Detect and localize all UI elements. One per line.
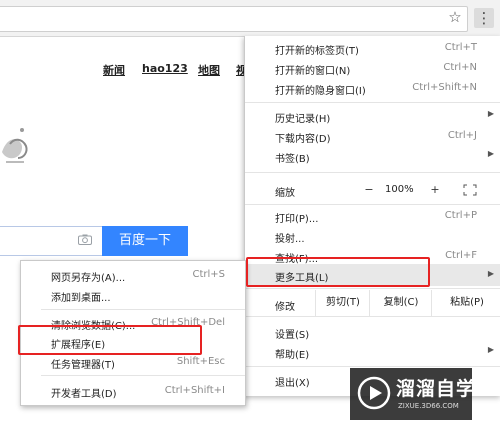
zoom-out-button[interactable]: −: [361, 183, 377, 196]
submenu-item-label: 添加到桌面...: [51, 293, 111, 304]
zoom-row: 缩放 − 100% +: [245, 176, 500, 204]
submenu-divider: [41, 309, 245, 310]
menu-item-shortcut: Ctrl+F: [445, 250, 477, 261]
menu-item-new-window[interactable]: 打开新的窗口(N) Ctrl+N: [245, 58, 500, 78]
search-button[interactable]: 百度一下: [102, 226, 188, 256]
menu-item-label: 帮助(E): [275, 350, 310, 361]
menu-item-label: 打开新的隐身窗口(I): [275, 86, 366, 97]
play-circle-icon: [357, 376, 391, 410]
menu-item-label: 投射...: [275, 234, 305, 245]
menu-item-print[interactable]: 打印(P)... Ctrl+P: [245, 206, 500, 226]
chrome-main-menu: 打开新的标签页(T) Ctrl+T 打开新的窗口(N) Ctrl+N 打开新的隐…: [244, 36, 500, 396]
fullscreen-icon[interactable]: [463, 184, 477, 196]
zoom-label: 缩放: [275, 188, 295, 199]
nav-link-news[interactable]: 新闻: [103, 62, 125, 78]
menu-item-label: 书签(B): [275, 154, 310, 165]
edit-row: 修改 剪切(T) 复制(C) 粘贴(P): [245, 290, 500, 316]
menu-divider: [245, 102, 500, 103]
bookmark-star-icon[interactable]: ☆: [446, 8, 464, 26]
address-bar[interactable]: [0, 6, 468, 32]
menu-divider: [245, 172, 500, 173]
menu-item-shortcut: Ctrl+P: [444, 210, 477, 221]
menu-item-label: 设置(S): [275, 330, 310, 341]
menu-item-shortcut: Ctrl+T: [444, 42, 477, 53]
highlight-box-extensions: [18, 325, 202, 355]
menu-item-downloads[interactable]: 下载内容(D) Ctrl+J: [245, 126, 500, 146]
watermark-title: 溜溜自学: [396, 378, 477, 400]
menu-item-label: 打开新的窗口(N): [275, 66, 351, 77]
zoom-value: 100%: [385, 184, 414, 195]
browser-toolbar: ☆ ⋮: [0, 0, 500, 37]
menu-item-label: 历史记录(H): [275, 114, 331, 125]
submenu-divider: [41, 375, 245, 376]
zoom-in-button[interactable]: +: [427, 183, 443, 196]
submenu-item-label: 开发者工具(D): [51, 389, 117, 400]
submenu-item-label: 任务管理器(T): [51, 360, 115, 371]
doodle-artwork: [2, 128, 28, 163]
camera-icon[interactable]: [78, 234, 92, 245]
nav-link-map[interactable]: 地图: [198, 62, 220, 78]
menu-item-new-incognito-window[interactable]: 打开新的隐身窗口(I) Ctrl+Shift+N: [245, 78, 500, 98]
menu-item-shortcut: Ctrl+N: [443, 62, 477, 73]
copy-button[interactable]: 复制(C): [369, 290, 432, 316]
submenu-item-save-page-as[interactable]: 网页另存为(A)... Ctrl+S: [21, 265, 245, 285]
menu-item-shortcut: Ctrl+Shift+N: [412, 82, 477, 93]
menu-item-settings[interactable]: 设置(S): [245, 322, 500, 342]
menu-divider: [245, 288, 500, 289]
watermark-logo: 溜溜自学 ZIXUE.3D66.COM: [350, 368, 475, 420]
highlight-box-more-tools: [246, 257, 430, 287]
menu-item-label: 下载内容(D): [275, 134, 331, 145]
menu-item-cast[interactable]: 投射...: [245, 226, 500, 246]
menu-item-history[interactable]: 历史记录(H) ▶: [245, 106, 500, 126]
submenu-item-shortcut: Shift+Esc: [176, 356, 225, 367]
cut-button[interactable]: 剪切(T): [315, 290, 370, 316]
menu-item-shortcut: Ctrl+J: [447, 130, 477, 141]
menu-item-bookmarks[interactable]: 书签(B) ▶: [245, 146, 500, 166]
submenu-arrow-icon: ▶: [487, 149, 494, 158]
nav-link-hao123[interactable]: hao123: [142, 62, 188, 75]
menu-item-label: 退出(X): [275, 378, 310, 389]
submenu-item-task-manager[interactable]: 任务管理器(T) Shift+Esc: [21, 352, 245, 372]
submenu-item-shortcut: Ctrl+S: [192, 269, 225, 280]
submenu-item-shortcut: Ctrl+Shift+I: [164, 385, 225, 396]
submenu-item-add-to-desktop[interactable]: 添加到桌面...: [21, 285, 245, 305]
submenu-arrow-icon: ▶: [487, 269, 494, 278]
submenu-item-developer-tools[interactable]: 开发者工具(D) Ctrl+Shift+I: [21, 381, 245, 401]
menu-item-label: 打开新的标签页(T): [275, 46, 359, 57]
chrome-menu-icon[interactable]: ⋮: [474, 8, 494, 28]
submenu-arrow-icon: ▶: [487, 345, 494, 354]
submenu-arrow-icon: ▶: [487, 109, 494, 118]
menu-divider: [245, 204, 500, 205]
watermark-url: ZIXUE.3D66.COM: [398, 402, 459, 410]
menu-item-label: 打印(P)...: [275, 214, 319, 225]
submenu-item-label: 网页另存为(A)...: [51, 273, 126, 284]
menu-item-help[interactable]: 帮助(E) ▶: [245, 342, 500, 362]
menu-item-new-tab[interactable]: 打开新的标签页(T) Ctrl+T: [245, 38, 500, 58]
menu-divider: [245, 316, 500, 317]
paste-button[interactable]: 粘贴(P): [431, 290, 500, 316]
edit-label: 修改: [275, 302, 295, 313]
menu-divider: [245, 366, 500, 367]
